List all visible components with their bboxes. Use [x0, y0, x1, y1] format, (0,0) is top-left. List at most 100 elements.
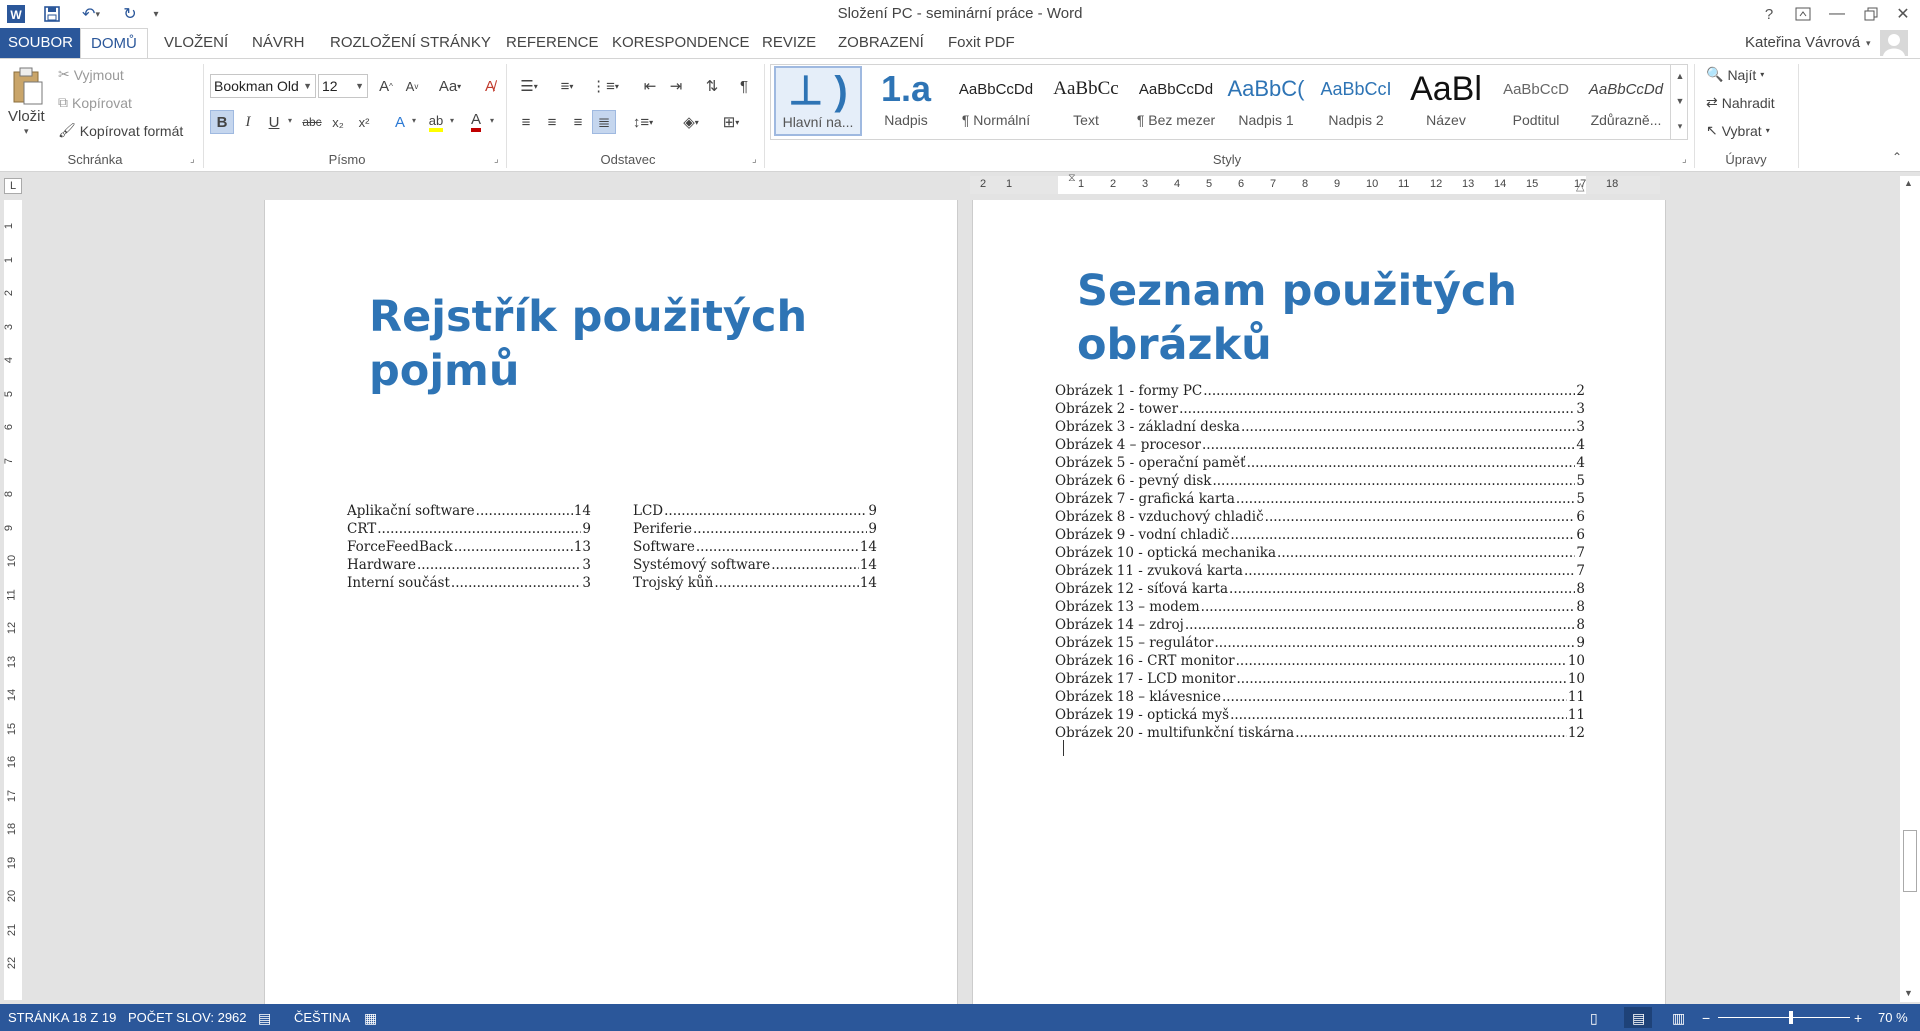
- strikethrough-icon[interactable]: abc: [300, 110, 324, 134]
- right-indent-marker-icon[interactable]: △: [1576, 180, 1584, 193]
- scroll-up-icon[interactable]: ▲: [1904, 178, 1913, 188]
- scrollbar-thumb[interactable]: [1903, 830, 1917, 892]
- scroll-down-icon[interactable]: ▼: [1904, 988, 1913, 998]
- sort-icon[interactable]: ⇅: [700, 74, 724, 98]
- chevron-up-icon[interactable]: ▲: [1671, 64, 1689, 89]
- copy-button[interactable]: ⧉ Kopírovat: [58, 94, 132, 111]
- figure-list-entry[interactable]: Obrázek 20 - multifunkční tiskárna 12: [1055, 724, 1585, 742]
- underline-icon[interactable]: U: [262, 110, 286, 134]
- zoom-out-button[interactable]: −: [1702, 1010, 1710, 1026]
- chevron-down-icon[interactable]: ▾: [450, 116, 454, 125]
- print-layout-icon[interactable]: ▤: [1632, 1010, 1645, 1027]
- figure-list-entry[interactable]: Obrázek 9 - vodní chladič 6: [1055, 526, 1585, 544]
- figure-list-entry[interactable]: Obrázek 11 - zvuková karta 7: [1055, 562, 1585, 580]
- style-item-bez-mezer[interactable]: AaBbCcDd ¶ Bez mezer: [1132, 66, 1220, 136]
- style-item-podtitul[interactable]: AaBbCcD Podtitul: [1492, 66, 1580, 136]
- tab-mailings[interactable]: KORESPONDENCE: [602, 28, 760, 58]
- web-layout-icon[interactable]: ▥: [1672, 1010, 1685, 1027]
- tab-review[interactable]: REVIZE: [752, 28, 826, 58]
- style-item-text[interactable]: AaBbCc Text: [1042, 66, 1130, 136]
- style-item-nadpis-1[interactable]: AaBbC( Nadpis 1: [1222, 66, 1310, 136]
- collapse-ribbon-icon[interactable]: ⌃: [1892, 150, 1902, 164]
- page-indicator[interactable]: STRÁNKA 18 Z 19: [8, 1010, 116, 1025]
- paste-button[interactable]: Vložit: [8, 108, 45, 125]
- select-button[interactable]: ↖ Vybrat ▾: [1706, 122, 1770, 139]
- figure-list-entry[interactable]: Obrázek 5 - operační paměť 4: [1055, 454, 1585, 472]
- tab-file[interactable]: SOUBOR: [0, 28, 82, 58]
- tab-references[interactable]: REFERENCE: [496, 28, 609, 58]
- style-item-nadpis[interactable]: 1.a Nadpis: [862, 66, 950, 136]
- paste-dropdown-icon[interactable]: ▾: [24, 126, 29, 137]
- figure-list-entry[interactable]: Obrázek 15 – regulátor 9: [1055, 634, 1585, 652]
- zoom-level[interactable]: 70 %: [1878, 1010, 1908, 1025]
- minimize-icon[interactable]: —: [1820, 2, 1854, 26]
- language-indicator[interactable]: ČEŠTINA: [294, 1010, 350, 1025]
- figure-list-entry[interactable]: Obrázek 7 - grafická karta 5: [1055, 490, 1585, 508]
- borders-icon[interactable]: ⊞ ▾: [714, 110, 748, 134]
- dialog-launcher-icon[interactable]: ⌟: [190, 154, 195, 165]
- figure-list-entry[interactable]: Obrázek 4 – procesor 4: [1055, 436, 1585, 454]
- figure-list-entry[interactable]: Obrázek 10 - optická mechanika 7: [1055, 544, 1585, 562]
- align-center-icon[interactable]: ≡: [540, 110, 564, 134]
- style-item-zduraznени[interactable]: AaBbCcDd Zdůrazně...: [1582, 66, 1670, 136]
- decrease-indent-icon[interactable]: ⇤: [638, 74, 662, 98]
- change-case-icon[interactable]: Aa ▾: [432, 74, 468, 98]
- tab-home[interactable]: DOMŮ: [80, 28, 148, 59]
- find-button[interactable]: 🔍 Najít ▾: [1706, 66, 1764, 83]
- zoom-slider-thumb[interactable]: [1788, 1011, 1793, 1024]
- more-styles-icon[interactable]: ▾: [1671, 114, 1689, 139]
- dialog-launcher-icon[interactable]: ⌟: [1682, 154, 1687, 165]
- pilcrow-icon[interactable]: ¶: [732, 74, 756, 98]
- style-item-nadpis-2[interactable]: AaBbCcI Nadpis 2: [1312, 66, 1400, 136]
- avatar[interactable]: [1880, 30, 1908, 56]
- figure-list-entry[interactable]: Obrázek 17 - LCD monitor 10: [1055, 670, 1585, 688]
- tab-insert[interactable]: VLOŽENÍ: [154, 28, 238, 58]
- format-painter-button[interactable]: 🖌 Kopírovat formát: [58, 122, 183, 139]
- grow-font-icon[interactable]: A ^: [374, 74, 398, 98]
- tab-selector-icon[interactable]: L: [4, 178, 22, 194]
- multilevel-list-icon[interactable]: ⋮≡ ▾: [590, 74, 620, 98]
- highlight-icon[interactable]: ab: [424, 110, 448, 134]
- document-page-1[interactable]: Rejstřík použitých pojmů Aplikační softw…: [264, 200, 958, 1004]
- justify-icon[interactable]: ≣: [592, 110, 616, 134]
- style-item-hlavni-nadpis[interactable]: ⊥ ) Hlavní na...: [774, 66, 862, 136]
- close-icon[interactable]: ✕: [1886, 2, 1920, 26]
- user-name[interactable]: Kateřina Vávrová: [1745, 34, 1860, 51]
- line-spacing-icon[interactable]: ↕≡ ▾: [626, 110, 660, 134]
- figure-list-entry[interactable]: Obrázek 12 - síťová karta 8: [1055, 580, 1585, 598]
- superscript-icon[interactable]: x²: [352, 110, 376, 134]
- numbering-icon[interactable]: ≡ ▾: [552, 74, 582, 98]
- style-item-normalni[interactable]: AaBbCcDd ¶ Normální: [952, 66, 1040, 136]
- styles-scroll[interactable]: ▲ ▼ ▾: [1670, 64, 1689, 140]
- align-right-icon[interactable]: ≡: [566, 110, 590, 134]
- read-mode-icon[interactable]: ▯: [1590, 1010, 1598, 1027]
- document-page-2[interactable]: Seznam použitých obrázků Obrázek 1 - for…: [972, 200, 1666, 1004]
- bold-icon[interactable]: B: [210, 110, 234, 134]
- increase-indent-icon[interactable]: ⇥: [664, 74, 688, 98]
- first-line-indent-marker-icon[interactable]: ⧖: [1068, 172, 1076, 185]
- shading-icon[interactable]: ◈ ▾: [674, 110, 708, 134]
- figure-list-entry[interactable]: Obrázek 16 - CRT monitor 10: [1055, 652, 1585, 670]
- chevron-down-icon[interactable]: ▾: [288, 116, 292, 125]
- figure-list-entry[interactable]: Obrázek 3 - základní deska 3: [1055, 418, 1585, 436]
- align-left-icon[interactable]: ≡: [514, 110, 538, 134]
- macro-icon[interactable]: ▦: [364, 1010, 377, 1027]
- zoom-in-button[interactable]: +: [1854, 1010, 1862, 1026]
- restore-icon[interactable]: [1854, 2, 1888, 26]
- dialog-launcher-icon[interactable]: ⌟: [494, 154, 499, 165]
- figure-list-entry[interactable]: Obrázek 1 - formy PC 2: [1055, 382, 1585, 400]
- font-size-input[interactable]: 12 ▼: [318, 74, 368, 98]
- figure-list-entry[interactable]: Obrázek 8 - vzduchový chladič 6: [1055, 508, 1585, 526]
- style-item-nazev[interactable]: AaBl Název: [1402, 66, 1490, 136]
- help-button[interactable]: ?: [1752, 2, 1786, 26]
- figure-list-entry[interactable]: Obrázek 14 – zdroj 8: [1055, 616, 1585, 634]
- cut-button[interactable]: ✂ Vyjmout: [58, 66, 124, 83]
- figure-list-entry[interactable]: Obrázek 13 – modem 8: [1055, 598, 1585, 616]
- shrink-font-icon[interactable]: Av: [400, 74, 424, 98]
- tab-design[interactable]: NÁVRH: [242, 28, 315, 58]
- tab-view[interactable]: ZOBRAZENÍ: [828, 28, 934, 58]
- clear-formatting-icon[interactable]: A̸: [478, 74, 502, 98]
- vertical-scrollbar[interactable]: ▲ ▼: [1900, 176, 1920, 1002]
- text-effects-icon[interactable]: A: [388, 110, 412, 134]
- tab-foxit-pdf[interactable]: Foxit PDF: [938, 28, 1025, 58]
